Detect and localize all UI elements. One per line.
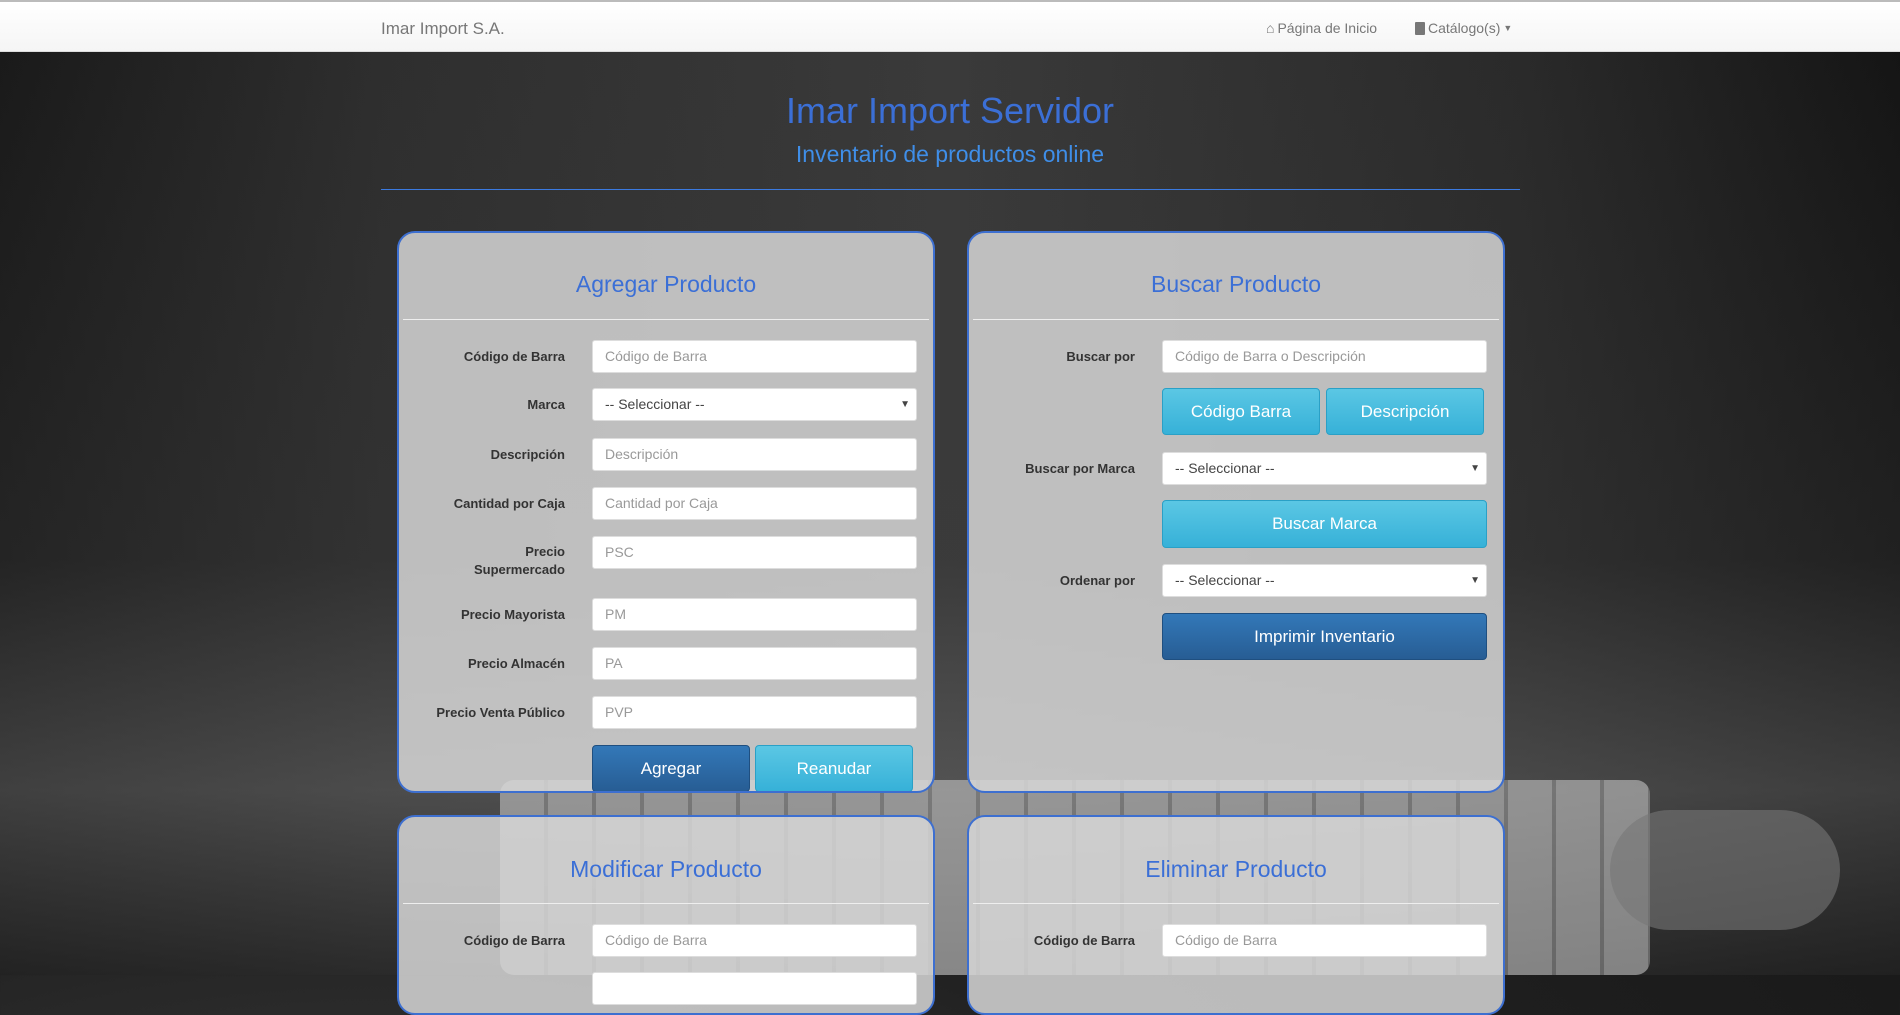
chevron-down-icon: ▼ [1470, 463, 1480, 474]
supermarket-price-input[interactable]: PSC [592, 536, 917, 569]
page-title: Imar Import Servidor [785, 90, 1115, 131]
search-barcode-button[interactable]: Código Barra [1162, 388, 1320, 435]
print-inventory-button[interactable]: Imprimir Inventario [1162, 613, 1487, 660]
label-order-by: Ordenar por [1059, 573, 1135, 588]
label-wholesale-price: Precio Mayorista [460, 607, 565, 622]
reset-button[interactable]: Reanudar [755, 745, 913, 791]
modify-barcode-input[interactable]: Código de Barra [592, 924, 917, 957]
home-icon: ⌂ [1266, 20, 1275, 36]
add-button[interactable]: Agregar [592, 745, 750, 791]
background-mouse [1610, 810, 1840, 930]
search-brand-value: -- Seleccionar -- [1175, 460, 1275, 476]
nav-home-label: Página de Inicio [1277, 20, 1378, 36]
label-qty-per-box: Cantidad por Caja [453, 496, 565, 511]
label-search-brand: Buscar por Marca [1025, 461, 1135, 476]
wholesale-price-input[interactable]: PM [592, 598, 917, 631]
book-icon [1415, 21, 1425, 35]
label-description: Descripción [490, 447, 565, 462]
label-barcode: Código de Barra [463, 933, 565, 948]
page-subtitle: Inventario de productos online [795, 141, 1105, 167]
brand-select[interactable]: -- Seleccionar -- ▼ [592, 388, 917, 421]
chevron-down-icon: ▼ [900, 399, 910, 410]
divider [381, 189, 1520, 190]
label-store-price: Precio Almacén [467, 656, 565, 671]
store-price-input[interactable]: PA [592, 647, 917, 680]
qty-per-box-input[interactable]: Cantidad por Caja [592, 487, 917, 520]
label-barcode: Código de Barra [463, 349, 565, 364]
brand-select-value: -- Seleccionar -- [605, 396, 705, 412]
label-barcode: Código de Barra [1033, 933, 1135, 948]
nav-catalog-dropdown[interactable]: Catálogo(s) ▼ [1415, 20, 1512, 36]
caret-down-icon: ▼ [1503, 23, 1513, 33]
search-product-panel: Buscar Producto Buscar por Buscar por Ma… [967, 231, 1505, 793]
label-brand: Marca [527, 397, 565, 412]
retail-price-input[interactable]: PVP [592, 696, 917, 729]
nav-catalog-label: Catálogo(s) [1428, 20, 1501, 36]
add-product-panel: Agregar Producto Código de Barra Marca D… [397, 231, 935, 793]
label-search-by: Buscar por [1066, 349, 1135, 364]
modify-next-input[interactable] [592, 972, 917, 1005]
search-brand-select[interactable]: -- Seleccionar -- ▼ [1162, 452, 1487, 485]
brand-link[interactable]: Imar Import S.A. [381, 19, 505, 39]
delete-product-panel: Eliminar Producto Código de Barra Código… [967, 815, 1505, 1015]
chevron-down-icon: ▼ [1470, 575, 1480, 586]
search-input[interactable]: Código de Barra o Descripción [1162, 340, 1487, 373]
description-input[interactable]: Descripción [592, 438, 917, 471]
label-retail-price: Precio Venta Público [436, 705, 565, 720]
search-description-button[interactable]: Descripción [1326, 388, 1484, 435]
modify-product-panel: Modificar Producto Código de Barra Códig… [397, 815, 935, 1015]
order-by-value: -- Seleccionar -- [1175, 572, 1275, 588]
nav-home[interactable]: ⌂ Página de Inicio [1266, 20, 1377, 36]
label-supermarket-price: Precio Supermercado [473, 544, 565, 577]
navbar: Imar Import S.A. ⌂ Página de Inicio Catál… [0, 0, 1900, 52]
delete-barcode-input[interactable]: Código de Barra [1162, 924, 1487, 957]
order-by-select[interactable]: -- Seleccionar -- ▼ [1162, 564, 1487, 597]
barcode-input[interactable]: Código de Barra [592, 340, 917, 373]
search-brand-button[interactable]: Buscar Marca [1162, 500, 1487, 548]
